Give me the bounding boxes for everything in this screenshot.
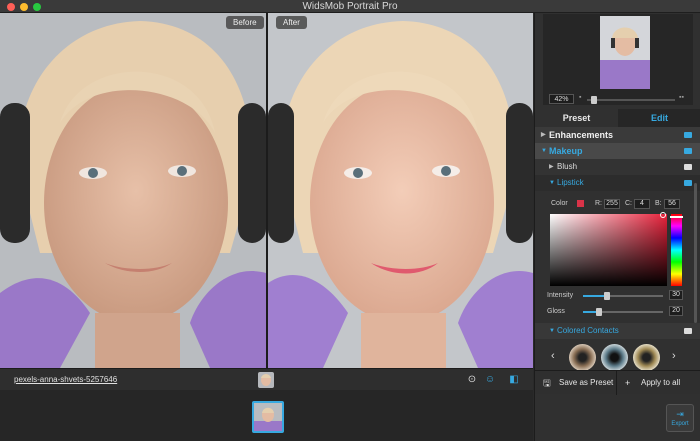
chevron-right-icon[interactable]: › (672, 350, 676, 362)
zoom-slider-track[interactable] (587, 99, 675, 101)
gloss-row: Gloss 20 (535, 306, 695, 318)
contact-lens-option[interactable] (601, 344, 628, 371)
button-label: Apply to all (641, 378, 681, 387)
hue-slider[interactable] (671, 214, 682, 286)
section-label: Lipstick (557, 178, 584, 187)
section-label: Colored Contacts (557, 326, 619, 335)
zoom-slider-knob[interactable] (591, 96, 597, 104)
color-row: Color R: 255 C: 4 B: 56 (535, 197, 695, 211)
zoom-level-field[interactable]: 42% (549, 94, 574, 104)
window-title: WidsMob Portrait Pro (302, 1, 398, 12)
r-label: R: (595, 200, 602, 207)
chevron-down-icon: ▼ (549, 180, 555, 186)
panel-action-bar: 🖫 Save as Preset + Apply to all (535, 370, 700, 395)
panel-tabs: Preset Edit (535, 109, 700, 127)
section-label: Makeup (549, 146, 583, 156)
c-field[interactable]: 4 (634, 199, 650, 209)
chevron-left-icon[interactable]: ‹ (551, 350, 555, 362)
gloss-label: Gloss (547, 308, 565, 315)
tab-edit[interactable]: Edit (618, 109, 700, 127)
contact-lens-option[interactable] (569, 344, 596, 371)
toggle-icon[interactable] (684, 328, 692, 334)
zoom-out-icon[interactable]: ▪ (579, 94, 581, 101)
film-strip (0, 390, 533, 441)
navigator-thumbnail[interactable] (600, 16, 650, 89)
b-label: B: (655, 200, 662, 207)
before-label: Before (226, 16, 264, 29)
face-thumbnail[interactable] (258, 372, 274, 388)
chevron-right-icon: ▶ (541, 132, 546, 138)
color-picker[interactable] (550, 212, 667, 286)
color-swatch[interactable] (577, 200, 584, 207)
before-photo[interactable]: Before (0, 13, 266, 368)
picker-cursor[interactable] (660, 212, 666, 218)
save-icon: 🖫 (543, 378, 551, 388)
c-label: C: (625, 200, 632, 207)
intensity-label: Intensity (547, 292, 574, 299)
contact-lens-option[interactable] (633, 344, 660, 371)
toggle-icon[interactable] (684, 148, 692, 154)
compare-icon[interactable]: ◧ (508, 374, 520, 386)
smile-icon[interactable]: ☺ (484, 374, 496, 386)
title-bar: WidsMob Portrait Pro (0, 0, 700, 13)
toggle-icon[interactable] (684, 180, 692, 186)
chevron-down-icon: ▼ (541, 148, 547, 154)
gloss-knob[interactable] (596, 308, 602, 316)
app-window: WidsMob Portrait Pro Before After pexels… (0, 0, 700, 441)
section-blush[interactable]: ▶ Blush (535, 159, 700, 175)
strip-thumbnail[interactable] (252, 401, 284, 433)
section-label: Enhancements (549, 130, 614, 140)
after-photo[interactable]: After (268, 13, 533, 368)
file-bar: pexels-anna-shvets-5257646 ⊙ ☺ ◧ (0, 368, 533, 390)
face-detect-icon[interactable]: ⊙ (466, 374, 478, 386)
toggle-icon[interactable] (684, 164, 692, 170)
chevron-down-icon: ▼ (549, 328, 555, 334)
after-label: After (276, 16, 307, 29)
export-button[interactable]: ⇥ Export (666, 404, 694, 432)
b-field[interactable]: 56 (664, 199, 680, 209)
section-enhancements[interactable]: ▶ Enhancements (535, 127, 700, 143)
button-label: Save as Preset (559, 378, 614, 387)
contacts-carousel: ‹ › (535, 341, 700, 373)
zoom-in-icon[interactable]: ▪▪ (679, 94, 684, 101)
save-as-preset-button[interactable]: 🖫 Save as Preset (535, 371, 617, 395)
file-name-link[interactable]: pexels-anna-shvets-5257646 (14, 375, 117, 384)
hue-marker[interactable] (670, 216, 683, 218)
chevron-right-icon: ▶ (549, 164, 554, 170)
section-colored-contacts[interactable]: ▼ Colored Contacts (535, 323, 700, 339)
plus-icon: + (625, 378, 631, 388)
color-label: Color (551, 200, 568, 207)
toggle-icon[interactable] (684, 132, 692, 138)
intensity-row: Intensity 30 (535, 290, 695, 302)
section-label: Blush (557, 162, 578, 171)
intensity-value[interactable]: 30 (669, 290, 683, 300)
section-makeup[interactable]: ▼ Makeup (535, 143, 700, 159)
navigator-preview: 42% ▪ ▪▪ (543, 14, 693, 105)
edit-panel: 42% ▪ ▪▪ Preset Edit ▶ Enhancements ▼ Ma… (534, 13, 700, 441)
tab-preset[interactable]: Preset (535, 109, 618, 127)
gloss-value[interactable]: 20 (669, 306, 683, 316)
section-lipstick[interactable]: ▼ Lipstick (535, 175, 700, 191)
export-label: Export (671, 421, 689, 427)
export-icon: ⇥ (676, 409, 684, 419)
r-field[interactable]: 255 (604, 199, 620, 209)
apply-to-all-button[interactable]: + Apply to all (617, 371, 700, 395)
intensity-knob[interactable] (604, 292, 610, 300)
panel-scrollbar[interactable] (694, 183, 697, 323)
